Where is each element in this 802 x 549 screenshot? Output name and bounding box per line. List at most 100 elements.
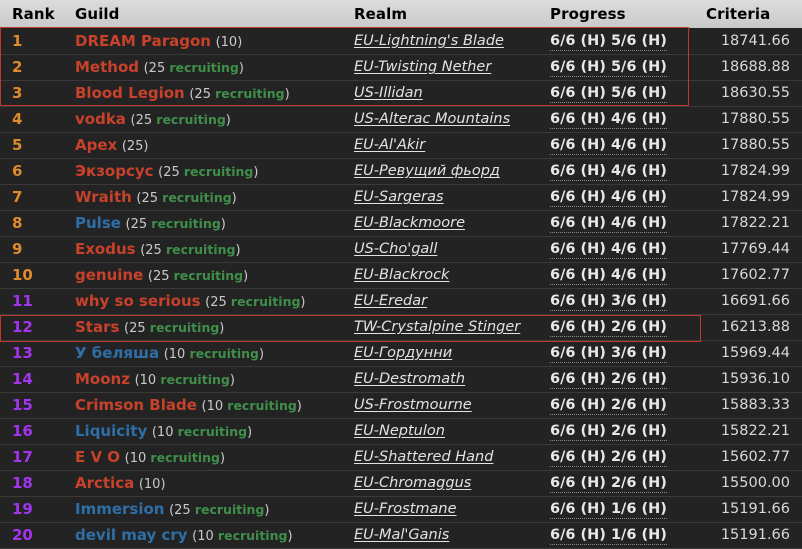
realm-link[interactable]: EU-Lightning's Blade xyxy=(354,33,504,49)
guild-size-meta: (25 recruiting) xyxy=(189,86,290,102)
table-row[interactable]: 17 E V O (10 recruiting) EU-Shattered Hand… xyxy=(0,444,802,470)
guild-name-link[interactable]: vodka xyxy=(75,110,126,128)
guild-size-meta: (25 recruiting) xyxy=(130,112,231,128)
progress-cell: 6/6 (H) 4/6 (H) xyxy=(544,106,696,132)
progress-value[interactable]: 6/6 (H) 4/6 (H) xyxy=(550,189,667,207)
progress-value[interactable]: 6/6 (H) 4/6 (H) xyxy=(550,163,667,181)
progress-value[interactable]: 6/6 (H) 3/6 (H) xyxy=(550,345,667,363)
realm-link[interactable]: EU-Ревущий фьорд xyxy=(354,163,500,179)
criteria-cell: 15191.66 xyxy=(720,501,790,517)
column-header-guild[interactable]: Guild xyxy=(68,0,348,28)
column-header-criteria[interactable]: Criteria xyxy=(696,0,802,28)
realm-cell: US-Alterac Mountains xyxy=(348,106,544,132)
realm-cell: EU-Chromaggus xyxy=(348,470,544,496)
realm-link[interactable]: EU-Eredar xyxy=(354,293,427,309)
table-row[interactable]: 19 Immersion (25 recruiting) EU-Frostmane 6… xyxy=(0,496,802,522)
progress-value[interactable]: 6/6 (H) 1/6 (H) xyxy=(550,501,667,519)
column-header-realm[interactable]: Realm xyxy=(348,0,544,28)
realm-link[interactable]: EU-Destromath xyxy=(354,371,465,387)
guild-name-link[interactable]: why so serious xyxy=(75,292,201,310)
progress-value[interactable]: 6/6 (H) 2/6 (H) xyxy=(550,319,667,337)
realm-cell: US-Frostmourne xyxy=(348,392,544,418)
rank-cell: 5 xyxy=(12,136,23,154)
progress-value[interactable]: 6/6 (H) 2/6 (H) xyxy=(550,449,667,467)
guild-name-link[interactable]: devil may cry xyxy=(75,526,188,544)
realm-link[interactable]: US-Cho'gall xyxy=(354,241,437,257)
guild-name-link[interactable]: Arctica xyxy=(75,474,134,492)
table-row[interactable]: 12 Stars (25 recruiting) TW-Crystalpine St… xyxy=(0,314,802,340)
guild-name-link[interactable]: genuine xyxy=(75,266,143,284)
realm-cell: EU-Frostmane xyxy=(348,496,544,522)
realm-link[interactable]: EU-Frostmane xyxy=(354,501,457,517)
table-row[interactable]: 7 Wraith (25 recruiting) EU-Sargeras 6/6 (H… xyxy=(0,184,802,210)
progress-cell: 6/6 (H) 4/6 (H) xyxy=(544,236,696,262)
guild-name-link[interactable]: E V O xyxy=(75,448,120,466)
progress-value[interactable]: 6/6 (H) 2/6 (H) xyxy=(550,475,667,493)
realm-link[interactable]: EU-Blackrock xyxy=(354,267,449,283)
guild-name-link[interactable]: Apex xyxy=(75,136,117,154)
realm-cell: US-Illidan xyxy=(348,80,544,106)
progress-cell: 6/6 (H) 5/6 (H) xyxy=(544,28,696,54)
guild-name-link[interactable]: Crimson Blade xyxy=(75,396,197,414)
progress-cell: 6/6 (H) 2/6 (H) xyxy=(544,392,696,418)
table-row[interactable]: 9 Exodus (25 recruiting) US-Cho'gall 6/6 (H… xyxy=(0,236,802,262)
guild-name-link[interactable]: Pulse xyxy=(75,214,121,232)
column-header-progress[interactable]: Progress xyxy=(544,0,696,28)
progress-value[interactable]: 6/6 (H) 5/6 (H) xyxy=(550,85,667,103)
guild-name-link[interactable]: У беляша xyxy=(75,344,159,362)
realm-link[interactable]: EU-Mal'Ganis xyxy=(354,527,449,543)
progress-value[interactable]: 6/6 (H) 4/6 (H) xyxy=(550,241,667,259)
realm-link[interactable]: EU-Neptulon xyxy=(354,423,445,439)
progress-value[interactable]: 6/6 (H) 3/6 (H) xyxy=(550,293,667,311)
realm-link[interactable]: EU-Twisting Nether xyxy=(354,59,491,75)
progress-value[interactable]: 6/6 (H) 4/6 (H) xyxy=(550,137,667,155)
guild-cell: why so serious (25 recruiting) xyxy=(68,288,348,314)
guild-name-link[interactable]: DREAM Paragon xyxy=(75,32,211,50)
table-row[interactable]: 20 devil may cry (10 recruiting) EU-Mal'Ga… xyxy=(0,522,802,548)
guild-name-link[interactable]: Exodus xyxy=(75,240,136,258)
table-row[interactable]: 11 why so serious (25 recruiting) EU-Ereda… xyxy=(0,288,802,314)
table-row[interactable]: 5 Apex (25) EU-Al'Akir 6/6 (H) 4/6 (H) 17880… xyxy=(0,132,802,158)
table-row[interactable]: 15 Crimson Blade (10 recruiting) US-Frostm… xyxy=(0,392,802,418)
guild-name-link[interactable]: Stars xyxy=(75,318,119,336)
realm-link[interactable]: EU-Al'Akir xyxy=(354,137,425,153)
progress-value[interactable]: 6/6 (H) 2/6 (H) xyxy=(550,397,667,415)
progress-value[interactable]: 6/6 (H) 1/6 (H) xyxy=(550,527,667,545)
guild-name-link[interactable]: Moonz xyxy=(75,370,130,388)
progress-value[interactable]: 6/6 (H) 4/6 (H) xyxy=(550,267,667,285)
table-row[interactable]: 16 Liquicity (10 recruiting) EU-Neptulon 6/… xyxy=(0,418,802,444)
progress-value[interactable]: 6/6 (H) 5/6 (H) xyxy=(550,59,667,77)
progress-value[interactable]: 6/6 (H) 4/6 (H) xyxy=(550,215,667,233)
column-header-rank[interactable]: Rank xyxy=(0,0,68,28)
realm-link[interactable]: EU-Chromaggus xyxy=(354,475,471,491)
progress-value[interactable]: 6/6 (H) 2/6 (H) xyxy=(550,423,667,441)
realm-link[interactable]: EU-Blackmoore xyxy=(354,215,465,231)
table-row[interactable]: 4 vodka (25 recruiting) US-Alterac Mountai… xyxy=(0,106,802,132)
table-row[interactable]: 13 У беляша (10 recruiting) EU-Гордунни 6/6… xyxy=(0,340,802,366)
realm-link[interactable]: EU-Shattered Hand xyxy=(354,449,493,465)
guild-name-link[interactable]: Liquicity xyxy=(75,422,147,440)
realm-link[interactable]: EU-Sargeras xyxy=(354,189,444,205)
realm-link[interactable]: TW-Crystalpine Stinger xyxy=(354,319,520,335)
table-row[interactable]: 14 Moonz (10 recruiting) EU-Destromath 6/6 … xyxy=(0,366,802,392)
progress-value[interactable]: 6/6 (H) 2/6 (H) xyxy=(550,371,667,389)
table-row[interactable]: 3 Blood Legion (25 recruiting) US-Illidan 6… xyxy=(0,80,802,106)
realm-link[interactable]: US-Frostmourne xyxy=(354,397,472,413)
guild-name-link[interactable]: Wraith xyxy=(75,188,132,206)
table-row[interactable]: 8 Pulse (25 recruiting) EU-Blackmoore 6/6 (… xyxy=(0,210,802,236)
realm-link[interactable]: EU-Гордунни xyxy=(354,345,452,361)
realm-link[interactable]: US-Alterac Mountains xyxy=(354,111,510,127)
guild-name-link[interactable]: Экзорсус xyxy=(75,162,154,180)
guild-name-link[interactable]: Blood Legion xyxy=(75,84,185,102)
table-row[interactable]: 10 genuine (25 recruiting) EU-Blackrock 6/6… xyxy=(0,262,802,288)
table-row[interactable]: 6 Экзорсус (25 recruiting) EU-Ревущий фьор… xyxy=(0,158,802,184)
progress-value[interactable]: 6/6 (H) 5/6 (H) xyxy=(550,32,667,51)
progress-value[interactable]: 6/6 (H) 4/6 (H) xyxy=(550,111,667,129)
guild-name-link[interactable]: Method xyxy=(75,58,139,76)
realm-link[interactable]: US-Illidan xyxy=(354,85,423,101)
guild-name-link[interactable]: Immersion xyxy=(75,500,164,518)
guild-size-meta: (25 recruiting) xyxy=(158,164,259,180)
table-row[interactable]: 18 Arctica (10) EU-Chromaggus 6/6 (H) 2/6 (… xyxy=(0,470,802,496)
table-row[interactable]: 2 Method (25 recruiting) EU-Twisting Nethe… xyxy=(0,54,802,80)
table-row[interactable]: 1 DREAM Paragon (10) EU-Lightning's Blade 6… xyxy=(0,28,802,54)
